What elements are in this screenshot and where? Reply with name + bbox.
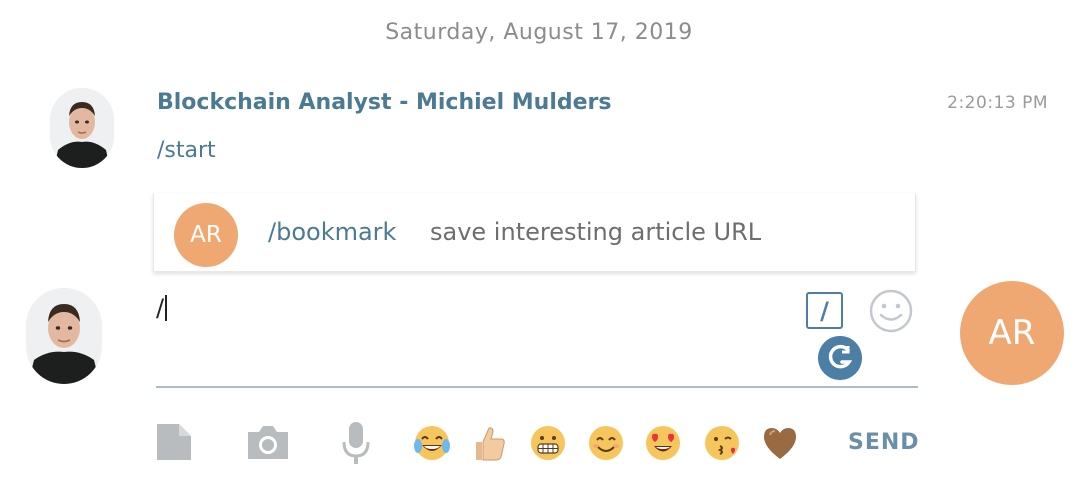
grammarly-icon[interactable] [818, 336, 862, 380]
command-suggestion[interactable]: AR /bookmark save interesting article UR… [153, 193, 916, 272]
slash-commands-icon[interactable]: / [806, 292, 843, 329]
grimace-emoji-icon[interactable] [529, 424, 567, 462]
message-input-text[interactable]: / [156, 294, 168, 322]
suggestion-description: save interesting article URL [430, 218, 762, 246]
user-initials-avatar[interactable]: AR [960, 281, 1064, 385]
heart-eyes-emoji-icon[interactable] [644, 424, 682, 462]
message-sender[interactable]: Blockchain Analyst - Michiel Mulders [157, 90, 612, 115]
date-separator: Saturday, August 17, 2019 [385, 20, 693, 45]
file-icon[interactable] [155, 422, 193, 462]
brown-heart-emoji-icon[interactable] [761, 424, 799, 462]
bot-avatar: AR [174, 203, 238, 267]
smile-emoji-icon[interactable] [587, 424, 625, 462]
message-input[interactable]: / / [156, 284, 918, 388]
suggestion-command: /bookmark [268, 218, 397, 246]
emoji-picker-icon[interactable] [868, 288, 914, 334]
current-user-avatar [26, 288, 102, 384]
thumbs-up-emoji-icon[interactable] [470, 424, 508, 462]
camera-icon[interactable] [245, 422, 291, 462]
message-timestamp: 2:20:13 PM [947, 93, 1048, 113]
sender-avatar[interactable] [50, 88, 114, 168]
microphone-icon[interactable] [340, 420, 372, 466]
kiss-emoji-icon[interactable] [703, 424, 741, 462]
send-button[interactable]: SEND [848, 430, 920, 455]
text-caret [165, 295, 168, 321]
message-text: /start [157, 138, 216, 163]
joy-emoji-icon[interactable] [413, 424, 451, 462]
